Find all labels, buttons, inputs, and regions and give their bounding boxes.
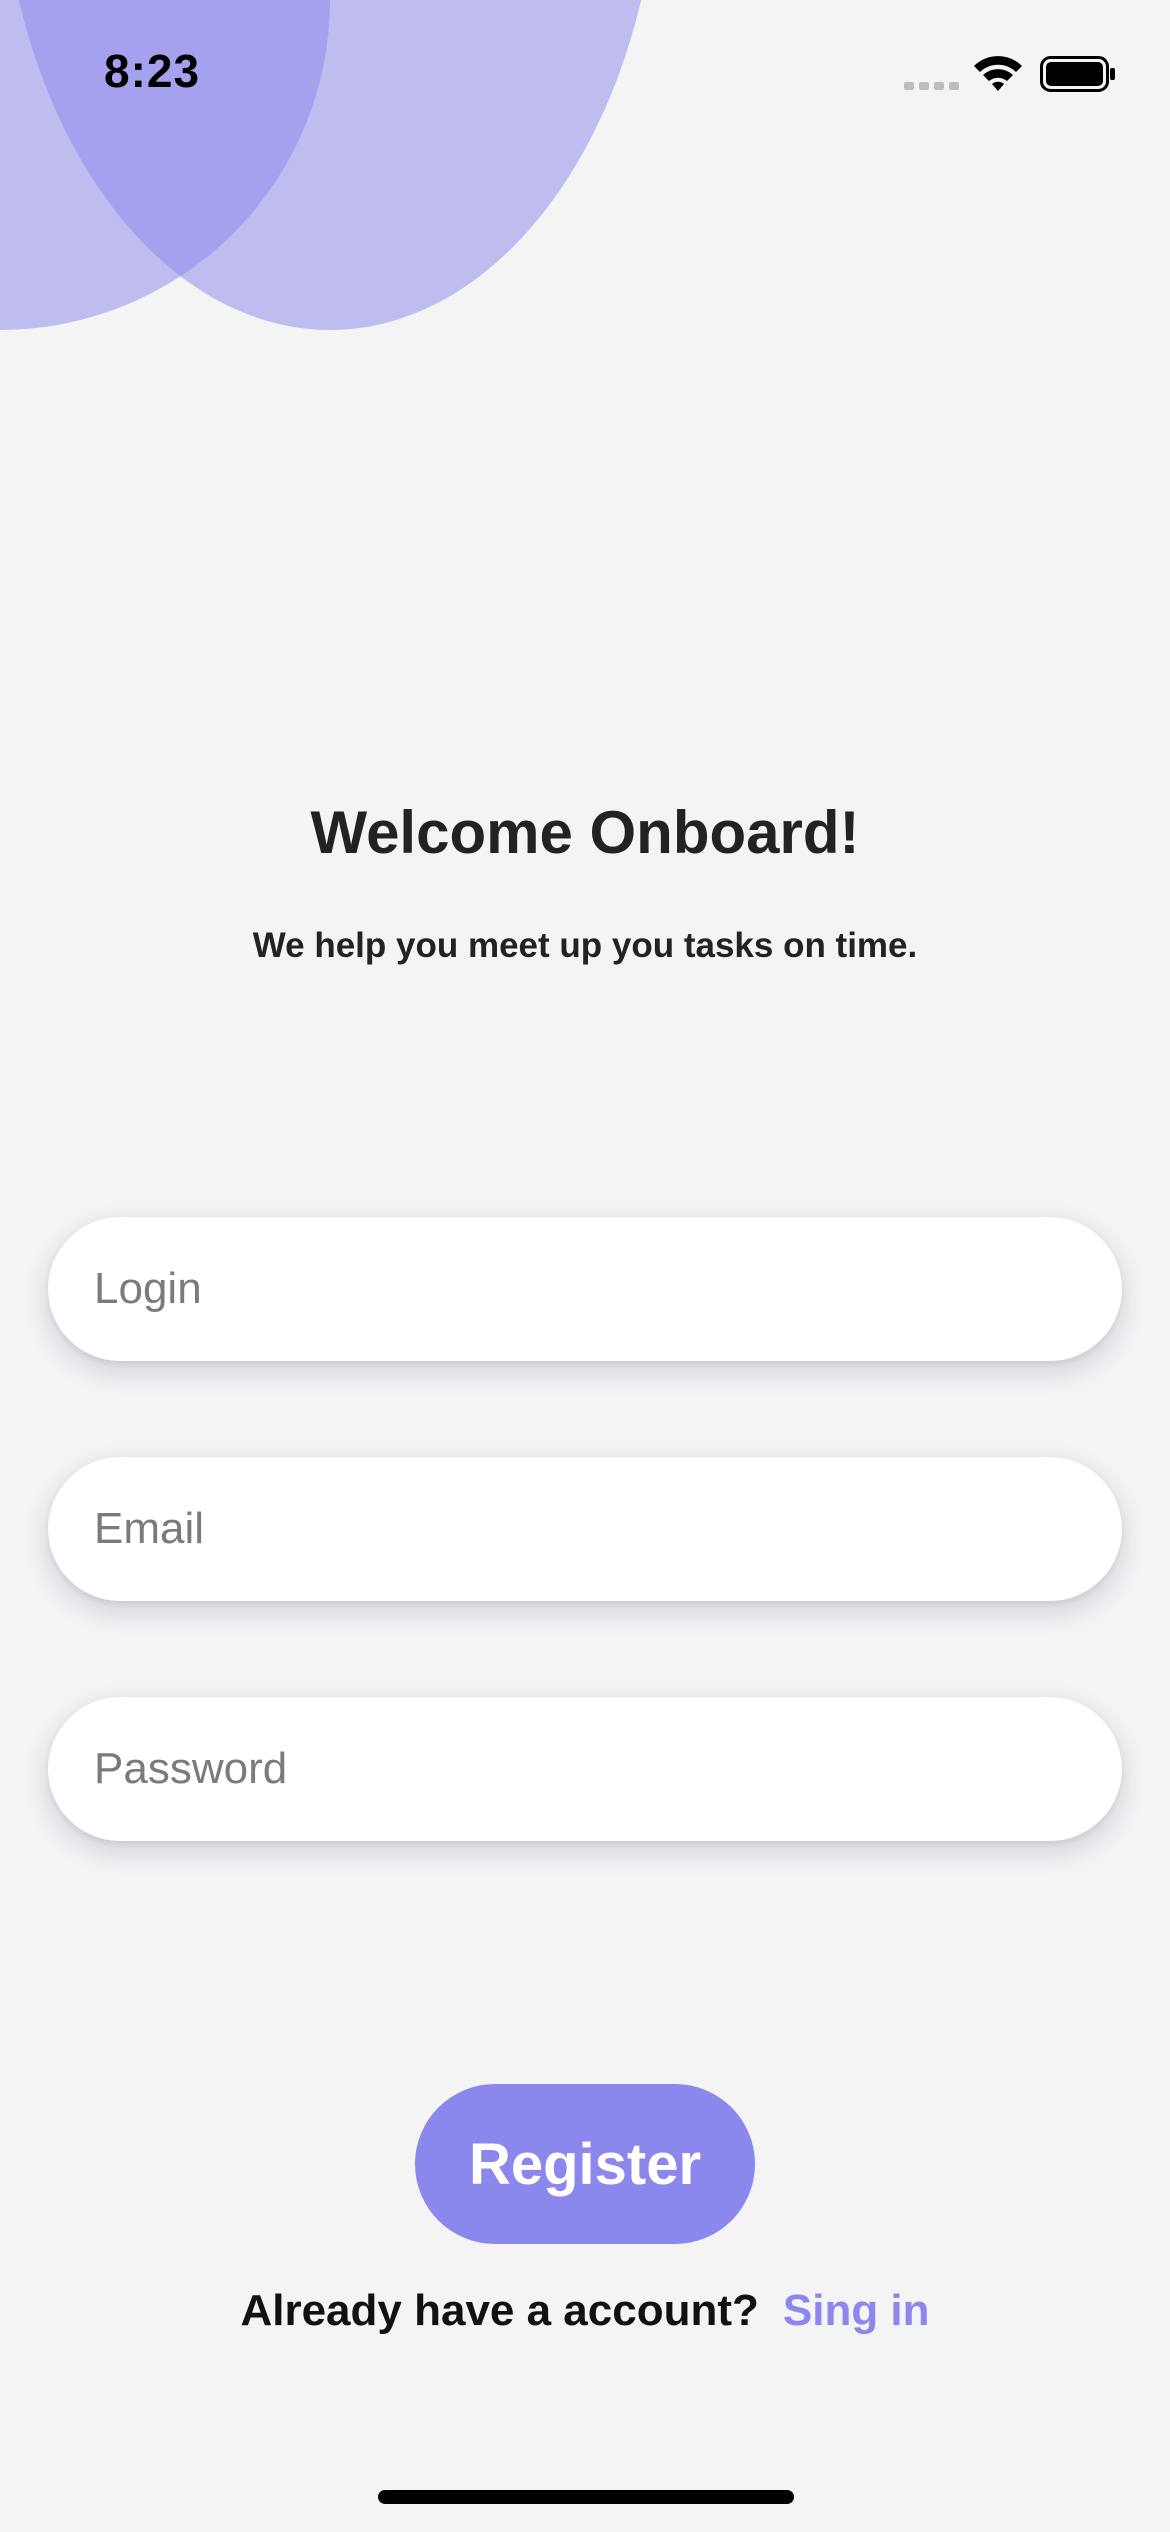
home-indicator[interactable] (378, 2490, 794, 2504)
page-title: Welcome Onboard! (310, 799, 860, 866)
password-field-container (48, 1697, 1122, 1841)
email-field-container (48, 1457, 1122, 1601)
status-bar: 8:23 (0, 0, 1170, 150)
signin-prompt: Already have a account? (240, 2286, 759, 2335)
signin-row: Already have a account? Sing in (0, 2286, 1170, 2336)
battery-icon (1040, 56, 1115, 92)
login-input[interactable] (48, 1217, 1122, 1361)
register-screen: 8:23 Welcome Onboard! We help you meet u… (0, 0, 1170, 2532)
login-field-container (48, 1217, 1122, 1361)
wifi-icon (974, 56, 1022, 91)
page-subtitle: We help you meet up you tasks on time. (252, 926, 918, 965)
signin-link[interactable]: Sing in (783, 2286, 930, 2335)
signal-icon (904, 82, 959, 90)
register-button[interactable]: Register (415, 2084, 755, 2244)
password-input[interactable] (48, 1697, 1122, 1841)
email-input[interactable] (48, 1457, 1122, 1601)
status-time: 8:23 (104, 45, 201, 97)
